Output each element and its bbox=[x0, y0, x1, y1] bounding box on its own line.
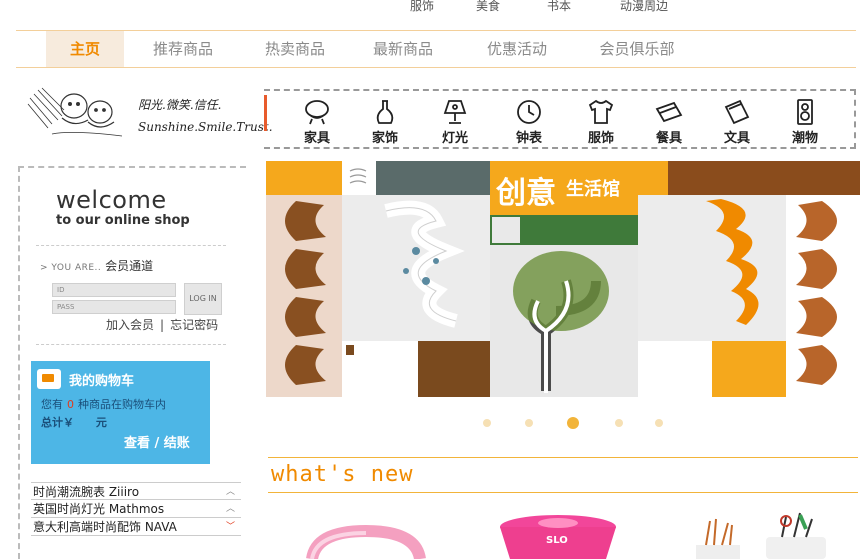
brand-slogan-cn: 阳光.微笑.信任. bbox=[138, 98, 222, 112]
chevron-up-icon: ︿ bbox=[225, 504, 235, 514]
category-clocks[interactable]: 钟表 bbox=[504, 99, 554, 146]
forgot-password-link[interactable]: 忘记密码 bbox=[170, 318, 218, 332]
category-stationery[interactable]: 文具 bbox=[712, 99, 762, 146]
slider-dot[interactable] bbox=[615, 419, 623, 427]
welcome-subtitle: to our online shop bbox=[56, 213, 190, 228]
product-thumb-headphones bbox=[306, 524, 426, 559]
category-tableware[interactable]: 餐具 bbox=[644, 99, 694, 146]
slider-pagination bbox=[0, 416, 868, 432]
shopping-cart-box: 我的购物车 您有 0 种商品在购物车内 总计￥ 元 查看 / 结账 bbox=[31, 361, 210, 464]
slider-banner-text-1: 创意 bbox=[495, 176, 556, 211]
login-button[interactable]: LOG IN bbox=[184, 283, 222, 315]
category-apparel[interactable]: 服饰 bbox=[576, 99, 626, 146]
nav-item-promotions[interactable]: 优惠活动 bbox=[478, 31, 556, 67]
slider-dot[interactable] bbox=[483, 419, 491, 427]
whats-new-title: what's new bbox=[271, 462, 414, 487]
category-label: 钟表 bbox=[515, 131, 542, 146]
divider bbox=[36, 344, 226, 345]
category-bar: 家具 家饰 灯光 钟表 服饰 餐具 文具 潮物 bbox=[264, 89, 856, 149]
notebook-icon bbox=[724, 99, 750, 125]
svg-text:SLO: SLO bbox=[546, 535, 568, 546]
cart-count: 0 bbox=[67, 398, 74, 411]
password-input[interactable]: PASS bbox=[52, 300, 176, 314]
category-label: 餐具 bbox=[655, 131, 682, 146]
nav-item-member-club[interactable]: 会员俱乐部 bbox=[592, 31, 682, 67]
whats-new-bottom-rule bbox=[268, 492, 858, 493]
cart-count-line: 您有 0 种商品在购物车内 bbox=[41, 396, 166, 412]
top-category-link[interactable]: 服饰 bbox=[410, 0, 434, 14]
tshirt-icon bbox=[588, 99, 614, 124]
link-separator: | bbox=[160, 318, 165, 332]
vase-icon bbox=[376, 100, 394, 124]
category-label: 潮物 bbox=[791, 131, 818, 146]
brand-item-label: 意大利高端时尚配饰 NAVA bbox=[33, 520, 177, 534]
product-thumbnails[interactable]: SLO bbox=[266, 509, 866, 559]
member-section-en: > YOU ARE.. bbox=[40, 263, 102, 273]
welcome-title: welcome bbox=[56, 186, 167, 214]
divider bbox=[36, 245, 226, 246]
brand-item-nava[interactable]: 意大利高端时尚配饰 NAVA ﹀ bbox=[31, 518, 241, 536]
top-category-link[interactable]: 书本 bbox=[547, 0, 571, 14]
category-label: 灯光 bbox=[441, 131, 468, 146]
cart-icon bbox=[37, 369, 61, 389]
cart-title: 我的购物车 bbox=[69, 374, 135, 389]
category-furniture[interactable]: 家具 bbox=[292, 99, 342, 146]
hero-slider[interactable]: 创意 生活馆 bbox=[266, 161, 860, 397]
nav-item-home[interactable]: 主页 bbox=[46, 31, 124, 67]
member-section-cn: 会员通道 bbox=[105, 259, 154, 273]
slider-dot[interactable] bbox=[525, 419, 533, 427]
tableware-icon bbox=[655, 101, 683, 123]
chevron-up-icon: ︿ bbox=[225, 487, 235, 497]
lamp-icon bbox=[443, 100, 467, 124]
slider-banner-text-2: 生活馆 bbox=[566, 178, 620, 200]
clock-icon bbox=[517, 100, 541, 124]
product-thumb-pen-holders bbox=[696, 512, 826, 559]
join-member-link[interactable]: 加入会员 bbox=[106, 318, 154, 332]
checkout-button[interactable]: 查看 / 结账 bbox=[124, 432, 190, 451]
brand-slogan: 阳光.微笑.信任. Sunshine.Smile.Trust. bbox=[138, 98, 273, 134]
brand-slogan-en: Sunshine.Smile.Trust. bbox=[138, 120, 273, 134]
brand-accordion: 时尚潮流腕表 Ziiiro ︿ 英国时尚灯光 Mathmos ︿ 意大利高端时尚… bbox=[31, 482, 241, 536]
product-thumb-pink-speaker: SLO bbox=[500, 515, 616, 559]
nav-item-newest[interactable]: 最新商品 bbox=[364, 31, 442, 67]
mascot-illustration bbox=[27, 87, 123, 137]
member-links: 加入会员 | 忘记密码 bbox=[106, 316, 218, 333]
slider-dot-active[interactable] bbox=[567, 417, 579, 429]
cart-count-suffix: 种商品在购物车内 bbox=[78, 398, 166, 411]
brand-banner: 阳光.微笑.信任. Sunshine.Smile.Trust. bbox=[22, 76, 273, 158]
main-nav: 主页 推荐商品 热卖商品 最新商品 优惠活动 会员俱乐部 bbox=[16, 30, 856, 68]
category-trendy-items[interactable]: 潮物 bbox=[780, 99, 830, 146]
id-input[interactable]: ID bbox=[52, 283, 176, 297]
category-home-decor[interactable]: 家饰 bbox=[360, 99, 410, 146]
category-label: 家饰 bbox=[371, 131, 398, 146]
category-label: 服饰 bbox=[587, 131, 614, 146]
whats-new-top-rule bbox=[268, 457, 858, 458]
category-label: 家具 bbox=[303, 131, 330, 146]
member-section-title: > YOU ARE.. 会员通道 bbox=[40, 257, 153, 274]
category-label: 文具 bbox=[723, 131, 750, 146]
top-category-link[interactable]: 动漫周边 bbox=[620, 0, 668, 14]
top-category-link[interactable]: 美食 bbox=[476, 0, 500, 14]
chevron-down-icon: ﹀ bbox=[225, 522, 235, 532]
category-lighting[interactable]: 灯光 bbox=[430, 99, 480, 146]
brand-item-ziiiro[interactable]: 时尚潮流腕表 Ziiiro ︿ bbox=[31, 482, 241, 500]
chair-icon bbox=[305, 100, 329, 125]
brand-item-mathmos[interactable]: 英国时尚灯光 Mathmos ︿ bbox=[31, 500, 241, 518]
speaker-icon bbox=[797, 99, 813, 125]
top-logo-fragment bbox=[96, 0, 216, 4]
cart-count-prefix: 您有 bbox=[41, 398, 63, 411]
brand-item-label: 英国时尚灯光 Mathmos bbox=[33, 502, 165, 516]
nav-item-recommended[interactable]: 推荐商品 bbox=[144, 31, 222, 67]
brand-item-label: 时尚潮流腕表 Ziiiro bbox=[33, 485, 140, 499]
nav-item-hot[interactable]: 热卖商品 bbox=[256, 31, 334, 67]
slider-dot[interactable] bbox=[655, 419, 663, 427]
slider-artwork: 创意 生活馆 bbox=[266, 161, 860, 397]
